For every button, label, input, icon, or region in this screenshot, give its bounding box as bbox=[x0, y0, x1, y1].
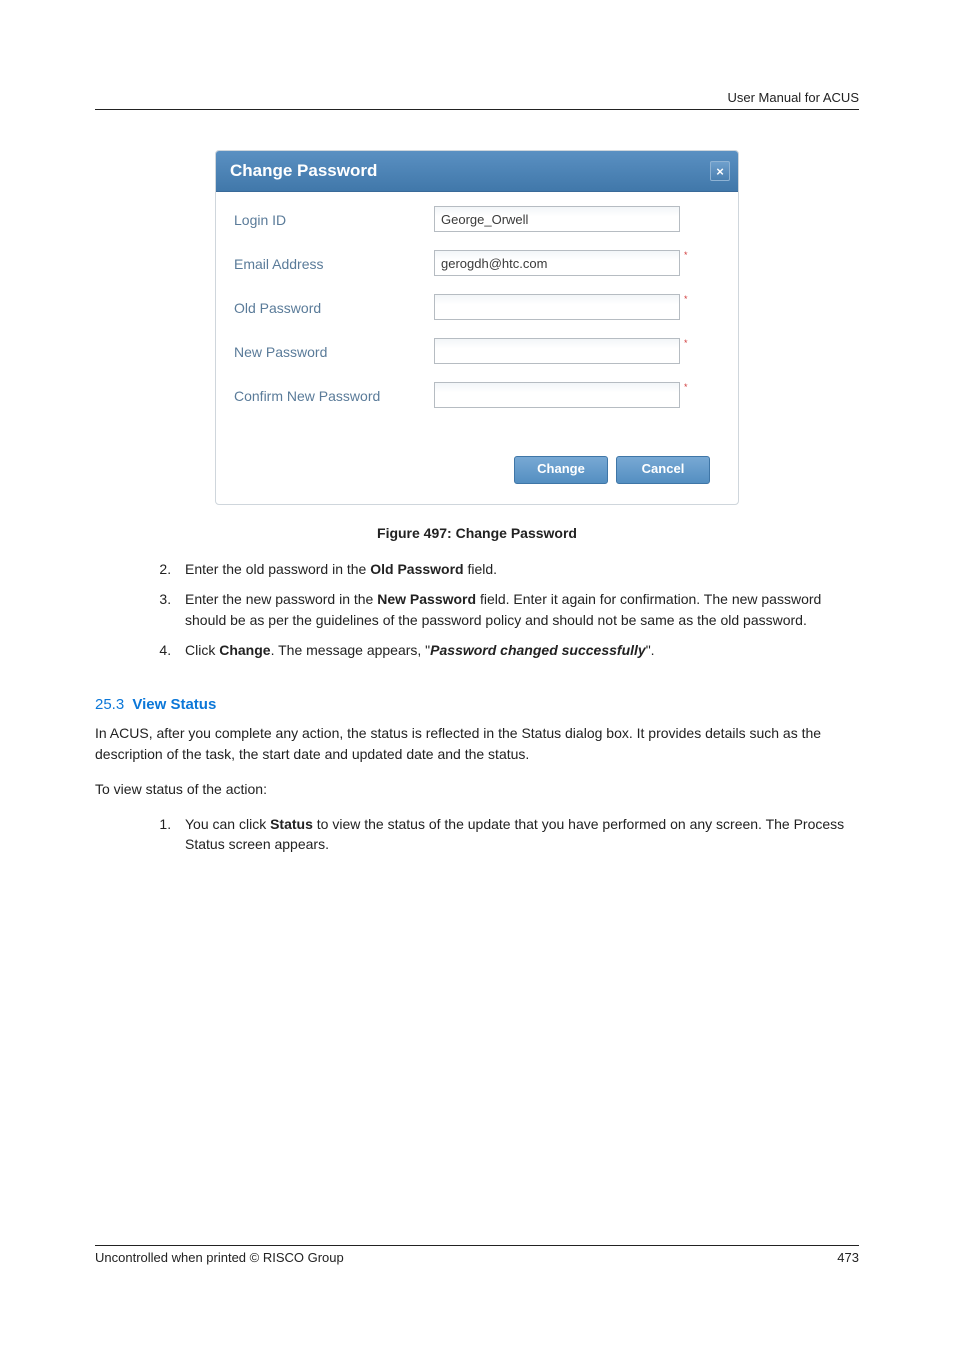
fieldwrap-email: * bbox=[434, 250, 688, 276]
step-bold-italic: Password changed successfully bbox=[430, 642, 646, 658]
steps-list-1: Enter the old password in the Old Passwo… bbox=[95, 559, 859, 660]
step-bold: Status bbox=[270, 816, 313, 832]
step-text: field. bbox=[464, 561, 497, 577]
page-footer: Uncontrolled when printed © RISCO Group … bbox=[95, 1245, 859, 1265]
footer-rule bbox=[95, 1245, 859, 1246]
step-bold: Old Password bbox=[370, 561, 463, 577]
footer-left: Uncontrolled when printed © RISCO Group bbox=[95, 1250, 344, 1265]
section-number: 25.3 bbox=[95, 696, 124, 713]
section-paragraph-1: In ACUS, after you complete any action, … bbox=[95, 723, 859, 765]
required-mark-icon: * bbox=[684, 338, 688, 348]
figure-change-password: Change Password × Login ID Email Address… bbox=[215, 150, 739, 505]
step-text: You can click bbox=[185, 816, 270, 832]
footer-page-number: 473 bbox=[837, 1250, 859, 1265]
new-password-field[interactable] bbox=[434, 338, 680, 364]
row-email: Email Address * bbox=[234, 250, 720, 276]
section-paragraph-2: To view status of the action: bbox=[95, 779, 859, 800]
step-text: Click bbox=[185, 642, 219, 658]
fieldwrap-confirm-password: * bbox=[434, 382, 688, 408]
label-confirm-password: Confirm New Password bbox=[234, 382, 434, 404]
email-field[interactable] bbox=[434, 250, 680, 276]
section-title: 25.3 View Status bbox=[95, 696, 859, 713]
header-right-text: User Manual for ACUS bbox=[95, 90, 859, 109]
required-mark-icon: * bbox=[684, 382, 688, 392]
list-item: Enter the old password in the Old Passwo… bbox=[175, 559, 859, 579]
row-old-password: Old Password * bbox=[234, 294, 720, 320]
confirm-password-field[interactable] bbox=[434, 382, 680, 408]
dialog-header: Change Password × bbox=[216, 151, 738, 192]
step-text: . The message appears, " bbox=[271, 642, 431, 658]
cancel-button[interactable]: Cancel bbox=[616, 456, 710, 484]
change-password-dialog: Change Password × Login ID Email Address… bbox=[215, 150, 739, 505]
label-old-password: Old Password bbox=[234, 294, 434, 316]
change-button[interactable]: Change bbox=[514, 456, 608, 484]
row-login-id: Login ID bbox=[234, 206, 720, 232]
steps-list-2: You can click Status to view the status … bbox=[95, 814, 859, 855]
label-email: Email Address bbox=[234, 250, 434, 272]
required-mark-icon: * bbox=[684, 250, 688, 260]
section-name: View Status bbox=[132, 696, 216, 713]
row-new-password: New Password * bbox=[234, 338, 720, 364]
dialog-title: Change Password bbox=[230, 161, 377, 181]
list-item: You can click Status to view the status … bbox=[175, 814, 859, 855]
step-bold: New Password bbox=[377, 591, 476, 607]
login-id-field[interactable] bbox=[434, 206, 680, 232]
dialog-body: Login ID Email Address * Old Password bbox=[216, 192, 738, 504]
list-item: Enter the new password in the New Passwo… bbox=[175, 589, 859, 630]
label-login-id: Login ID bbox=[234, 206, 434, 228]
step-text: Enter the new password in the bbox=[185, 591, 377, 607]
close-icon[interactable]: × bbox=[710, 161, 730, 181]
fieldwrap-old-password: * bbox=[434, 294, 688, 320]
fieldwrap-login-id bbox=[434, 206, 680, 232]
step-text: Enter the old password in the bbox=[185, 561, 370, 577]
row-confirm-password: Confirm New Password * bbox=[234, 382, 720, 408]
header-rule bbox=[95, 109, 859, 110]
figure-caption: Figure 497: Change Password bbox=[95, 525, 859, 541]
step-bold: Change bbox=[219, 642, 270, 658]
label-new-password: New Password bbox=[234, 338, 434, 360]
fieldwrap-new-password: * bbox=[434, 338, 688, 364]
dialog-button-row: Change Cancel bbox=[234, 426, 720, 484]
list-item: Click Change. The message appears, "Pass… bbox=[175, 640, 859, 660]
old-password-field[interactable] bbox=[434, 294, 680, 320]
step-text: ". bbox=[646, 642, 655, 658]
required-mark-icon: * bbox=[684, 294, 688, 304]
